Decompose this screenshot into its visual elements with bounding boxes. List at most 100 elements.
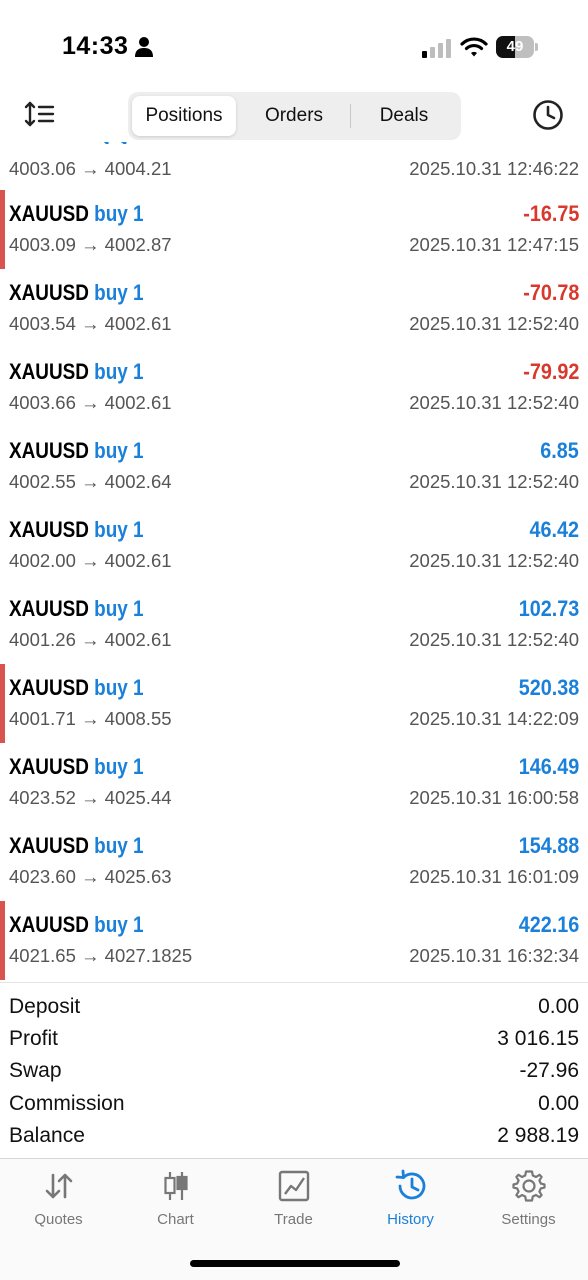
symbol-name: XAUUSD (9, 596, 89, 621)
tab-label: History (387, 1211, 434, 1228)
deal-prices: 4001.26 → 4002.61 (9, 629, 172, 650)
symbol-name: XAUUSD (9, 754, 89, 779)
row-marker (0, 901, 5, 980)
deal-prices: 4003.09 → 4002.87 (9, 234, 172, 255)
summary-row: Balance 2 988.19 (0, 1120, 588, 1152)
tab-chart[interactable]: Chart (117, 1169, 234, 1239)
summary-value: -27.96 (519, 1059, 579, 1083)
trade-chart-icon (278, 1170, 309, 1202)
deal-symbol: XAUUSD buy 1 (9, 201, 144, 227)
summary-row: Profit 3 016.15 (0, 1023, 588, 1055)
tab-settings[interactable]: Settings (470, 1169, 587, 1239)
deal-row[interactable]: XAUUSD buy 1 6.85 4002.55 → 4002.64 2025.10… (0, 427, 588, 506)
deal-time: 2025.10.31 12:52:40 (409, 471, 579, 492)
list-item[interactable]: 4003.06 → 4004.21 2025.10.31 12:46:22 (0, 142, 588, 190)
deal-direction: buy 1 (94, 280, 144, 305)
tab-history[interactable]: History (352, 1169, 469, 1239)
deal-row[interactable]: XAUUSD buy 1 -16.75 4003.09 → 4002.87 2025.… (0, 190, 588, 269)
tab-label: Trade (274, 1211, 313, 1228)
deal-time: 2025.10.31 16:01:09 (409, 866, 579, 887)
deal-prices: 4002.00 → 4002.61 (9, 550, 172, 571)
deal-row[interactable]: XAUUSD buy 1 146.49 4023.52 → 4025.44 2025.… (0, 743, 588, 822)
deal-profit: -79.92 (522, 359, 579, 384)
deal-time: 2025.10.31 12:52:40 (409, 392, 579, 413)
tab-trade[interactable]: Trade (235, 1169, 352, 1239)
deal-symbol: XAUUSD buy 1 (9, 280, 144, 306)
deal-prices: 4023.60 → 4025.63 (9, 866, 172, 887)
deal-time: 2025.10.31 16:32:34 (409, 945, 579, 966)
deal-direction: buy 1 (94, 359, 144, 384)
tab-positions[interactable]: Positions (132, 96, 236, 136)
tab-deals[interactable]: Deals (351, 96, 457, 136)
deal-row[interactable]: XAUUSD buy 1 46.42 4002.00 → 4002.61 2025.1… (0, 506, 588, 585)
deal-direction: buy 1 (94, 201, 144, 226)
deal-prices: 4003.66 → 4002.61 (9, 392, 172, 413)
candlestick-chart-icon (163, 1172, 188, 1200)
deal-direction: buy 1 (94, 833, 144, 858)
deal-time: 2025.10.31 14:22:09 (409, 708, 579, 729)
tab-label: Chart (157, 1211, 194, 1228)
deal-profit: 520.38 (518, 675, 579, 700)
partial-text-tail (103, 142, 127, 144)
deal-row[interactable]: XAUUSD buy 1 -79.92 4003.66 → 4002.61 2025.… (0, 348, 588, 427)
deal-direction: buy 1 (94, 754, 144, 779)
deal-row[interactable]: XAUUSD buy 1 154.88 4023.60 → 4025.63 2025.… (0, 822, 588, 901)
history-toolbar: Positions Orders Deals (0, 90, 588, 142)
sort-icon[interactable] (24, 100, 56, 128)
deal-profit: 154.88 (518, 833, 579, 858)
deal-prices: 4023.52 → 4025.44 (9, 787, 172, 808)
deal-profit: 422.16 (518, 912, 579, 937)
deal-direction: buy 1 (94, 517, 144, 542)
quotes-arrows-icon (45, 1173, 72, 1199)
symbol-name: XAUUSD (9, 517, 89, 542)
deal-symbol: XAUUSD buy 1 (9, 912, 144, 938)
deal-symbol: XAUUSD buy 1 (9, 517, 144, 543)
deal-symbol: XAUUSD buy 1 (9, 675, 144, 701)
deal-prices: 4002.55 → 4002.64 (9, 471, 172, 492)
deal-time: 2025.10.31 12:52:40 (409, 629, 579, 650)
deals-list[interactable]: 4003.06 → 4004.21 2025.10.31 12:46:22 XA… (0, 142, 588, 982)
summary-label: Balance (9, 1123, 85, 1147)
symbol-name: XAUUSD (9, 359, 89, 384)
deal-profit: 102.73 (518, 596, 579, 621)
deal-symbol: XAUUSD buy 1 (9, 596, 144, 622)
cellular-signal-icon (422, 39, 451, 58)
deal-time: 2025.10.31 12:47:15 (409, 234, 579, 255)
deal-direction: buy 1 (94, 675, 144, 700)
summary-value: 3 016.15 (497, 1027, 579, 1051)
home-indicator[interactable] (190, 1260, 400, 1267)
summary-label: Profit (9, 1027, 59, 1051)
summary-row: Commission 0.00 (0, 1088, 588, 1120)
row-marker (0, 664, 5, 743)
tab-orders[interactable]: Orders (238, 96, 350, 136)
summary-value: 0.00 (538, 995, 579, 1018)
summary-value: 2 988.19 (497, 1123, 579, 1147)
symbol-name: XAUUSD (9, 438, 89, 463)
deal-profit: -70.78 (522, 280, 579, 305)
deal-row[interactable]: XAUUSD buy 1 422.16 4021.65 → 4027.1825 202… (0, 901, 588, 980)
summary-label: Commission (9, 1091, 125, 1115)
battery-percent: 49 (506, 38, 524, 55)
clock-icon[interactable] (532, 99, 564, 131)
summary-label: Deposit (9, 995, 81, 1018)
deal-row[interactable]: XAUUSD buy 1 102.73 4001.26 → 4002.61 2025.… (0, 585, 588, 664)
deal-row[interactable]: XAUUSD buy 1 -70.78 4003.54 → 4002.61 2025.… (0, 269, 588, 348)
segmented-control: Positions Orders Deals (128, 92, 461, 140)
deal-time: 2025.10.31 12:46:22 (409, 158, 579, 179)
tab-label: Settings (501, 1211, 556, 1228)
deal-profit: -16.75 (522, 201, 579, 226)
deal-row[interactable]: XAUUSD buy 1 520.38 4001.71 → 4008.55 2025.… (0, 664, 588, 743)
symbol-name: XAUUSD (9, 280, 89, 305)
deal-time: 2025.10.31 12:52:40 (409, 550, 579, 571)
deal-time: 2025.10.31 12:52:40 (409, 313, 579, 334)
tab-label: Quotes (34, 1211, 83, 1228)
status-time: 14:33 (62, 32, 129, 60)
battery-indicator: 49 (496, 36, 538, 58)
gear-icon (511, 1170, 546, 1202)
summary-row: Swap -27.96 (0, 1055, 588, 1087)
account-summary: Deposit 0.00 Profit 3 016.15 Swap -27.96 Commi… (0, 982, 588, 1158)
tab-quotes[interactable]: Quotes (0, 1169, 117, 1239)
symbol-name: XAUUSD (9, 912, 89, 937)
deal-direction: buy 1 (94, 596, 144, 621)
symbol-name: XAUUSD (9, 833, 89, 858)
